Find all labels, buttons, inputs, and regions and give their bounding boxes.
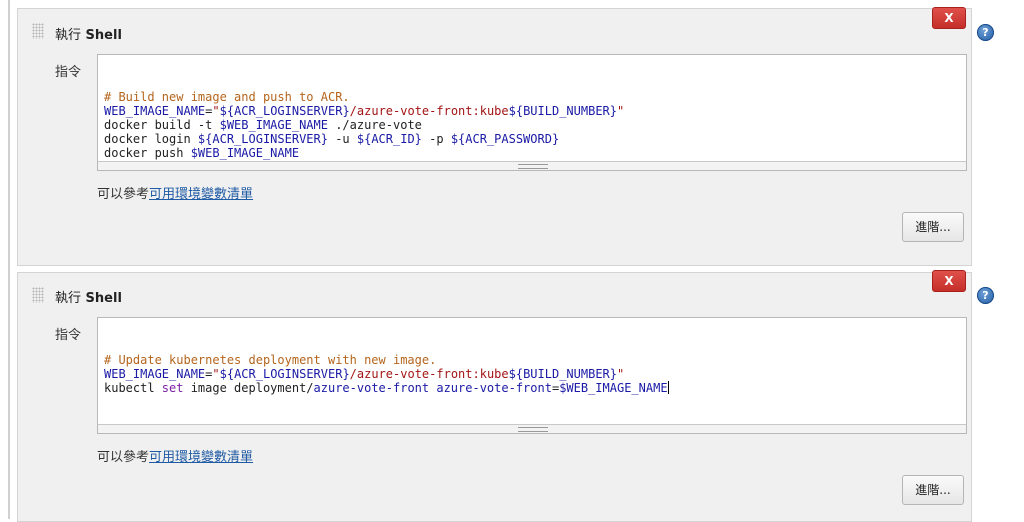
code-line: docker login ${ACR_LOGINSERVER} -u ${ACR… xyxy=(104,132,966,146)
code-token: # Build new image and push to ACR. xyxy=(104,90,350,104)
command-editor[interactable]: # Build new image and push to ACR. WEB_IM… xyxy=(97,54,967,171)
code-token: " xyxy=(617,104,625,118)
code-token: azure-vote-front xyxy=(436,381,552,395)
help-icon[interactable]: ? xyxy=(977,287,994,304)
env-vars-link[interactable]: 可用環境變數清單 xyxy=(149,450,253,465)
code-token: azure-vote-front xyxy=(313,381,430,395)
code-token: " xyxy=(212,367,220,381)
code-token: $WEB_IMAGE_NAME xyxy=(219,118,328,132)
code-token: ${ACR_LOGINSERVER} xyxy=(197,132,328,146)
build-step-shell-1: 執行 Shell X 指令 # Build new image and push… xyxy=(17,7,972,266)
code-token: ${ACR_PASSWORD} xyxy=(450,132,560,146)
code-token: $WEB_IMAGE_NAME xyxy=(559,381,668,395)
code-token: # Update kubernetes deployment with new … xyxy=(104,353,437,367)
help-prefix: 可以參考 xyxy=(97,450,150,465)
code-token: ./azure-vote xyxy=(327,118,422,132)
code-token: docker login xyxy=(104,132,198,146)
code-token: /azure-vote-front:kube xyxy=(349,367,509,381)
code-token: -p xyxy=(421,132,451,146)
code-token: " xyxy=(212,104,220,118)
code-line: docker push $WEB_IMAGE_NAME xyxy=(104,146,966,160)
env-vars-help: 可以參考可用環境變數清單 xyxy=(97,446,253,465)
delete-step-button[interactable]: X xyxy=(932,7,966,29)
step-title-cjk: 執行 xyxy=(55,28,82,43)
command-label: 指令 xyxy=(55,65,82,80)
drag-handle-icon[interactable] xyxy=(32,23,44,39)
code-token: $WEB_IMAGE_NAME xyxy=(190,146,300,160)
code-token: WEB_IMAGE_NAME xyxy=(104,104,206,118)
code-token: WEB_IMAGE_NAME xyxy=(104,367,206,381)
step-title-cjk: 執行 xyxy=(55,291,82,306)
step-title-en: Shell xyxy=(85,291,122,306)
left-rule xyxy=(8,0,10,519)
code-token: ${BUILD_NUMBER} xyxy=(508,367,617,381)
editor-resize-handle[interactable] xyxy=(98,161,966,170)
code-token: ${ACR_LOGINSERVER} xyxy=(219,367,350,381)
drag-handle-icon[interactable] xyxy=(32,287,44,303)
code-token: docker push xyxy=(104,146,191,160)
code-token: -u xyxy=(327,132,357,146)
advanced-button[interactable]: 進階... xyxy=(902,212,964,242)
text-cursor xyxy=(667,381,669,394)
code-token: image deployment/ xyxy=(183,381,314,395)
command-code: # Update kubernetes deployment with new … xyxy=(104,353,966,395)
code-token: ${ACR_ID} xyxy=(356,132,422,146)
build-step-shell-2: 執行 Shell X 指令 # Update kubernetes deploy… xyxy=(17,270,972,522)
step-title-en: Shell xyxy=(85,28,122,43)
command-code: # Build new image and push to ACR. WEB_IM… xyxy=(104,90,966,160)
env-vars-help: 可以參考可用環境變數清單 xyxy=(97,183,253,202)
step-title: 執行 Shell xyxy=(55,24,122,43)
command-editor[interactable]: # Update kubernetes deployment with new … xyxy=(97,317,967,434)
env-vars-link[interactable]: 可用環境變數清單 xyxy=(149,187,253,202)
step-title: 執行 Shell xyxy=(55,287,122,306)
code-token: /azure-vote-front:kube xyxy=(349,104,509,118)
code-token: ${BUILD_NUMBER} xyxy=(508,104,617,118)
code-line: WEB_IMAGE_NAME="${ACR_LOGINSERVER}/azure… xyxy=(104,104,966,118)
help-prefix: 可以參考 xyxy=(97,187,150,202)
code-token: ${ACR_LOGINSERVER} xyxy=(219,104,350,118)
editor-resize-handle[interactable] xyxy=(98,424,966,433)
delete-step-button[interactable]: X xyxy=(932,270,966,292)
code-token: set xyxy=(161,381,184,395)
code-line: docker build -t $WEB_IMAGE_NAME ./azure-… xyxy=(104,118,966,132)
code-line: WEB_IMAGE_NAME="${ACR_LOGINSERVER}/azure… xyxy=(104,367,966,381)
code-line: kubectl set image deployment/azure-vote-… xyxy=(104,381,966,395)
code-line: # Build new image and push to ACR. xyxy=(104,90,966,104)
code-token: " xyxy=(617,367,625,381)
command-label: 指令 xyxy=(55,328,82,343)
code-token: docker build -t xyxy=(104,118,220,132)
help-icon[interactable]: ? xyxy=(977,24,994,41)
code-token: kubectl xyxy=(104,381,162,395)
advanced-button[interactable]: 進階... xyxy=(902,475,964,505)
code-line: # Update kubernetes deployment with new … xyxy=(104,353,966,367)
